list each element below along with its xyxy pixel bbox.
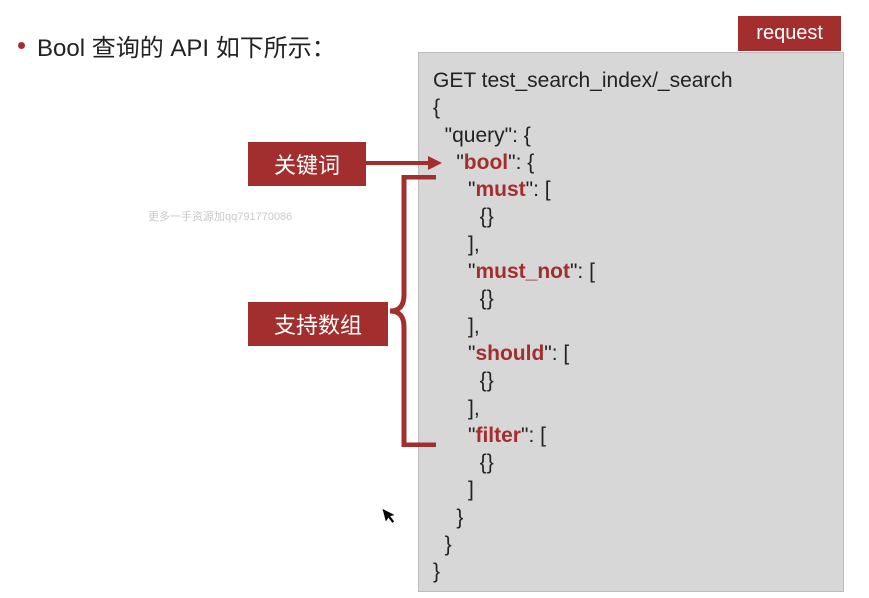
- arrow-icon: [366, 156, 444, 170]
- bullet-text: Bool 查询的 API 如下所示：: [37, 28, 336, 63]
- label-keyword: 关键词: [248, 142, 366, 186]
- code-line-get: GET test_search_index/_search: [433, 69, 733, 92]
- label-array: 支持数组: [248, 302, 388, 346]
- keyword-must: must: [475, 178, 525, 201]
- bullet-dot-icon: [18, 42, 25, 49]
- watermark-text: 更多一手资源加qq791770086: [148, 208, 292, 224]
- keyword-must-not: must_not: [475, 260, 570, 283]
- request-badge: request: [738, 16, 841, 51]
- keyword-should: should: [475, 342, 544, 365]
- bullet-item: Bool 查询的 API 如下所示：: [18, 28, 336, 63]
- mouse-cursor-icon: [381, 505, 400, 531]
- keyword-bool: bool: [464, 151, 508, 174]
- code-block: GET test_search_index/_search { "query":…: [418, 52, 844, 592]
- keyword-filter: filter: [475, 424, 521, 447]
